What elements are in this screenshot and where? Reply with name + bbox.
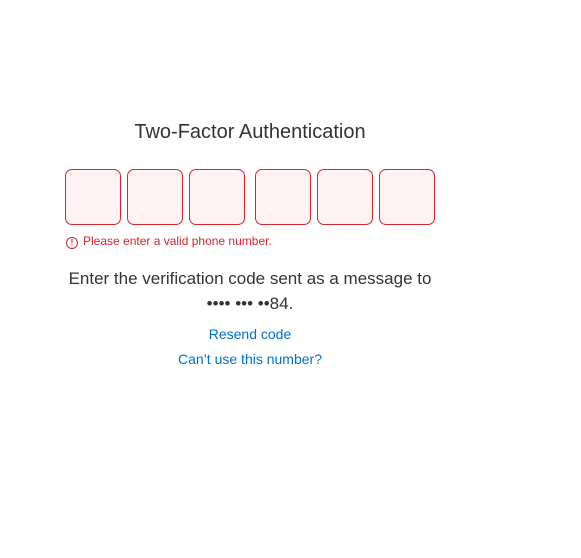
verification-message: Enter the verification code sent as a me…	[0, 266, 500, 316]
page-title: Two-Factor Authentication	[134, 121, 366, 143]
code-digit-2[interactable]	[127, 169, 183, 225]
error-icon: !	[66, 236, 78, 249]
code-digit-5[interactable]	[317, 169, 373, 225]
code-digit-1[interactable]	[65, 169, 121, 225]
masked-phone-number: •••• ••• ••84.	[206, 294, 294, 313]
error-message: ! Please enter a valid phone number.	[66, 233, 272, 249]
cant-use-number-link[interactable]: Can’t use this number?	[0, 351, 500, 367]
verification-message-line1: Enter the verification code sent as a me…	[68, 269, 432, 288]
code-digit-4[interactable]	[255, 169, 311, 225]
code-digit-6[interactable]	[379, 169, 435, 225]
code-digit-3[interactable]	[189, 169, 245, 225]
two-factor-page: Two-Factor Authentication ! Please enter…	[0, 0, 581, 558]
resend-code-link[interactable]: Resend code	[0, 326, 500, 342]
error-text: Please enter a valid phone number.	[83, 234, 272, 248]
